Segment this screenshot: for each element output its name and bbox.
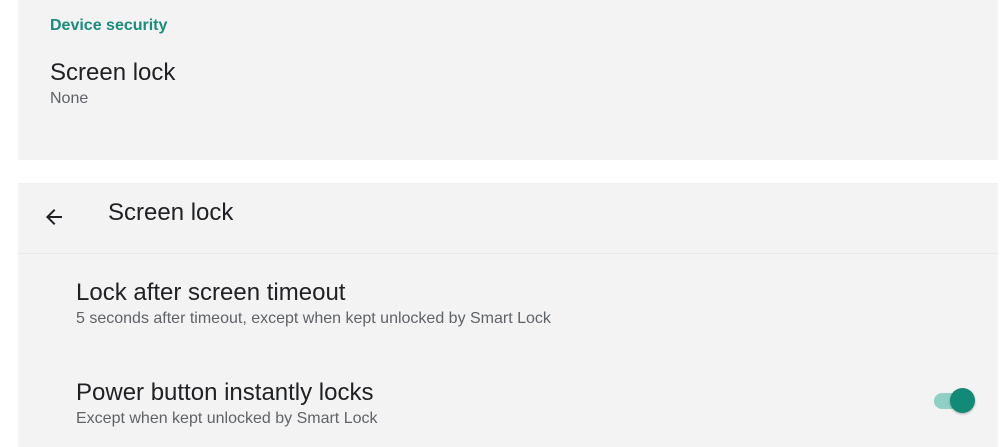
lock-after-timeout-summary: 5 seconds after timeout, except when kep…: [76, 310, 551, 327]
screen-root: Device security Screen lock None Screen …: [0, 0, 1006, 447]
arrow-back-icon: [46, 209, 62, 225]
toolbar: Screen lock: [18, 183, 998, 254]
power-button-locks-preference[interactable]: Power button instantly locks Except when…: [18, 378, 998, 438]
screen-lock-preference[interactable]: Screen lock None: [18, 58, 998, 138]
device-security-panel: Device security Screen lock None: [18, 0, 998, 160]
power-button-locks-summary: Except when kept unlocked by Smart Lock: [76, 410, 378, 427]
toggle-thumb: [950, 388, 975, 413]
screen-lock-summary: None: [50, 90, 89, 107]
screen-lock-page: Screen lock Lock after screen timeout 5 …: [18, 183, 998, 447]
section-header-device-security: Device security: [50, 17, 168, 34]
page-title: Screen lock: [108, 199, 234, 226]
power-button-locks-title: Power button instantly locks: [76, 379, 374, 406]
screen-lock-title: Screen lock: [50, 59, 176, 86]
back-button[interactable]: [34, 197, 74, 237]
power-button-locks-toggle[interactable]: [934, 386, 976, 414]
lock-after-timeout-title: Lock after screen timeout: [76, 279, 346, 306]
lock-after-timeout-preference[interactable]: Lock after screen timeout 5 seconds afte…: [18, 278, 998, 338]
